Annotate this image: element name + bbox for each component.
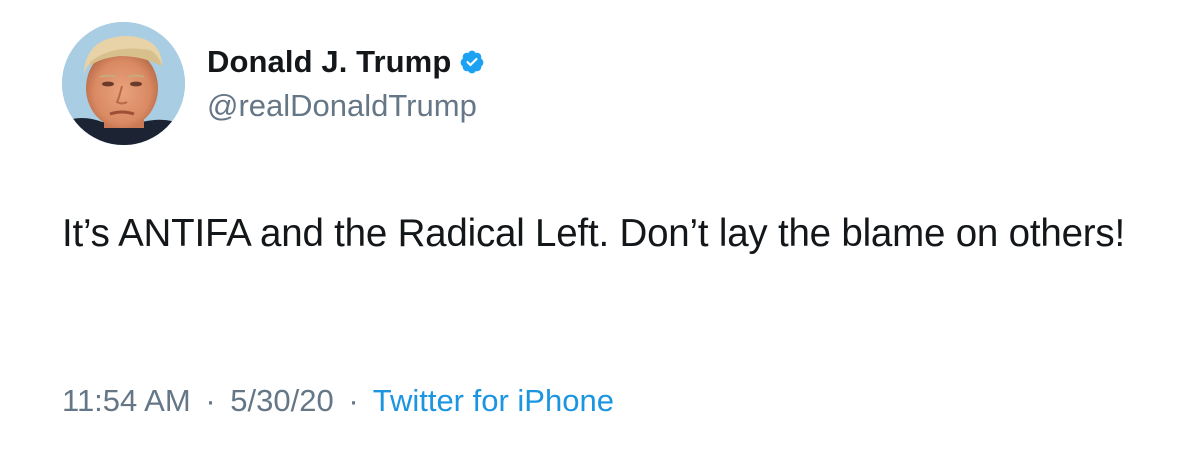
meta-separator: ·	[205, 383, 216, 418]
display-name[interactable]: Donald J. Trump	[207, 42, 451, 82]
verified-badge-icon	[459, 49, 485, 75]
tweet-meta: 11:54 AM · 5/30/20 · Twitter for iPhone	[62, 381, 614, 421]
tweet-date[interactable]: 5/30/20	[230, 383, 333, 418]
tweet-card: Donald J. Trump @realDonaldTrump It’s AN…	[0, 0, 1200, 449]
avatar-photo	[62, 22, 185, 145]
tweet-time[interactable]: 11:54 AM	[62, 383, 191, 418]
author-name-row: Donald J. Trump	[207, 42, 485, 82]
tweet-source-link[interactable]: Twitter for iPhone	[373, 383, 614, 418]
meta-separator: ·	[348, 383, 359, 418]
tweet-text: It’s ANTIFA and the Radical Left. Don’t …	[62, 212, 1125, 255]
avatar[interactable]	[62, 22, 185, 145]
author-handle[interactable]: @realDonaldTrump	[207, 86, 477, 126]
